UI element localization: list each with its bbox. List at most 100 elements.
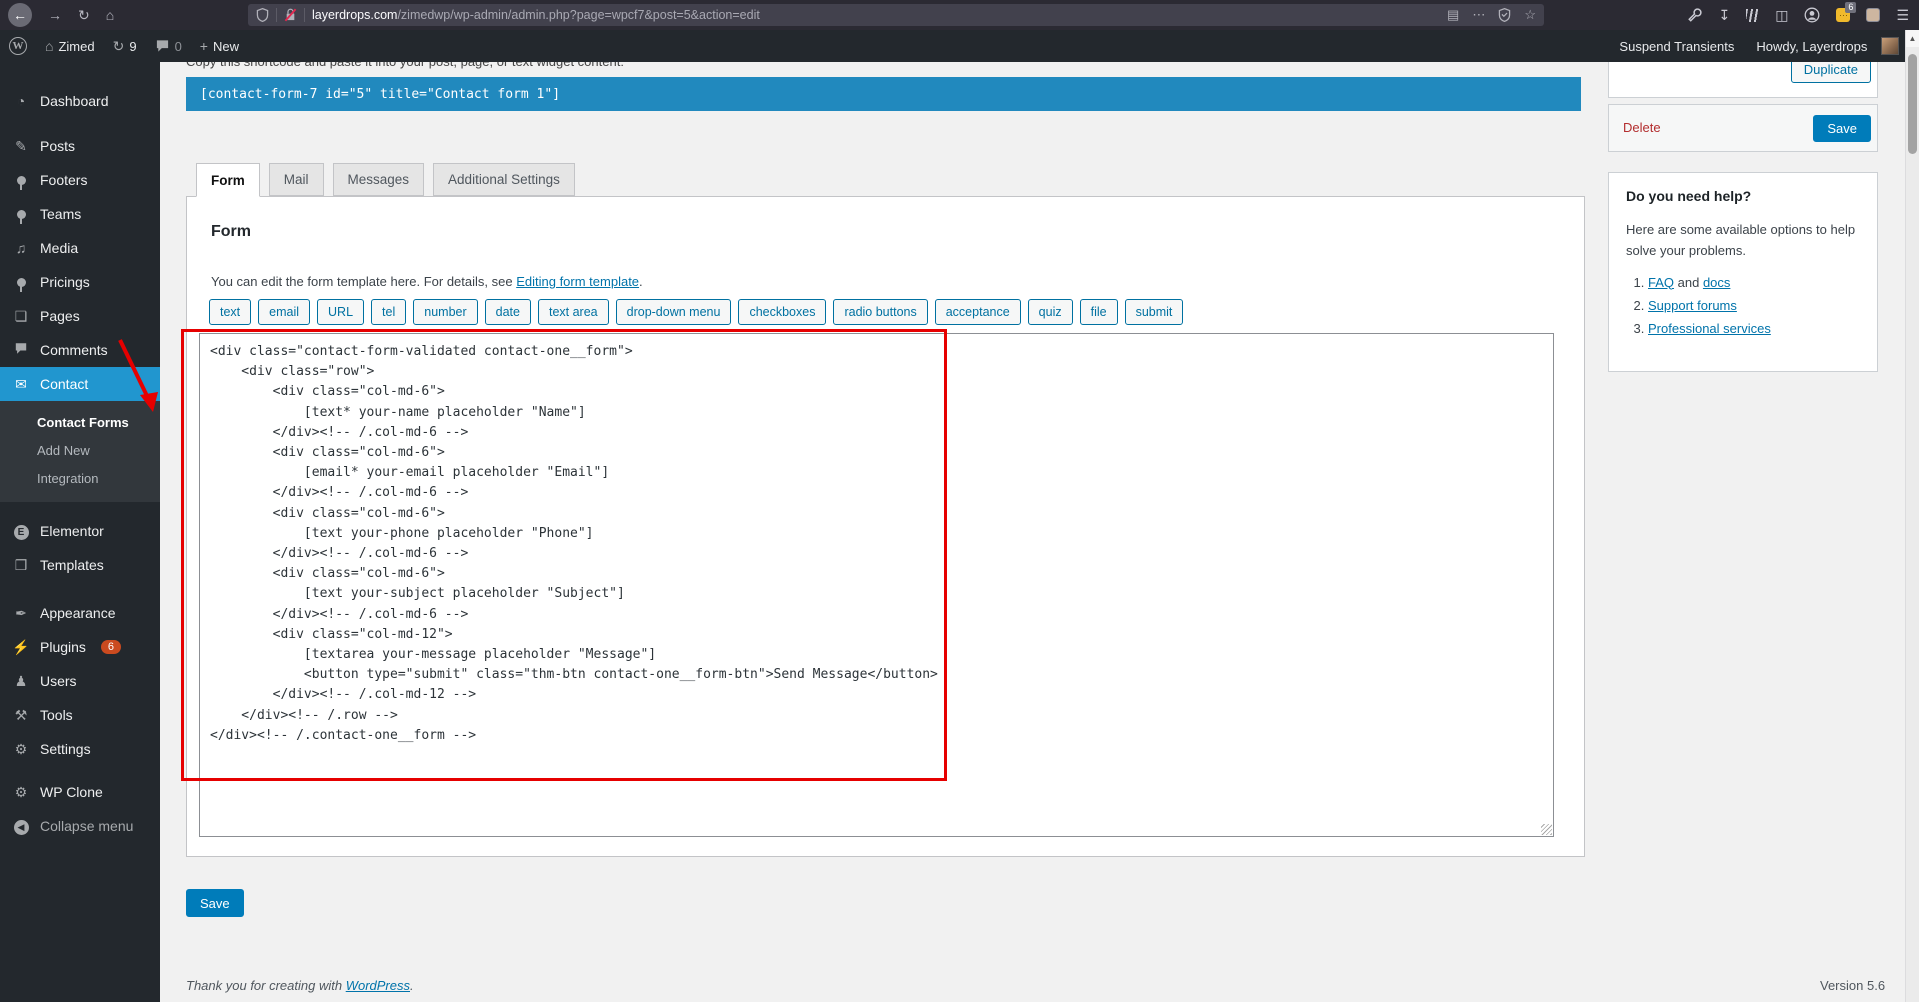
avatar bbox=[1881, 37, 1899, 55]
sidebar-item-appearance[interactable]: ✒ Appearance bbox=[0, 596, 160, 630]
sidebar-item-posts[interactable]: ✎ Posts bbox=[0, 129, 160, 163]
updates-menu[interactable]: ↻ 9 bbox=[104, 30, 146, 62]
docs-link[interactable]: docs bbox=[1703, 275, 1730, 290]
tab-mail[interactable]: Mail bbox=[268, 163, 324, 196]
sidebar-item-plugins[interactable]: ⚡ Plugins 6 bbox=[0, 630, 160, 664]
protection-shield-icon[interactable] bbox=[1498, 8, 1511, 22]
tab-messages[interactable]: Messages bbox=[332, 163, 425, 196]
page-actions-icon[interactable]: ⋯ bbox=[1472, 7, 1485, 23]
tag-button-quiz[interactable]: quiz bbox=[1027, 299, 1073, 325]
form-panel: Form You can edit the form template here… bbox=[186, 196, 1585, 857]
sidebar-item-label: Collapse menu bbox=[40, 818, 134, 834]
tag-button-text-area[interactable]: text area bbox=[537, 299, 609, 325]
sidebar-item-pricings[interactable]: Pricings bbox=[0, 265, 160, 299]
comments-menu[interactable]: 0 bbox=[146, 30, 191, 62]
extension-badge: 6 bbox=[1845, 2, 1857, 13]
url-path: /zimedwp/wp-admin/admin.php?page=wpcf7&p… bbox=[397, 8, 760, 22]
sidebar-item-label: Footers bbox=[40, 172, 88, 188]
sidebar-item-contact-forms[interactable]: Contact Forms bbox=[0, 408, 160, 436]
submenu-label: Add New bbox=[37, 442, 90, 458]
elementor-icon: E bbox=[11, 522, 31, 540]
suspend-transients-menu[interactable]: Suspend Transients bbox=[1619, 39, 1734, 54]
sidebar-item-label: Tools bbox=[40, 707, 73, 723]
back-icon[interactable]: ← bbox=[8, 3, 32, 27]
tag-button-radio-buttons[interactable]: radio buttons bbox=[833, 299, 928, 325]
comment-count: 0 bbox=[174, 38, 182, 54]
new-content-menu[interactable]: + New bbox=[191, 30, 248, 62]
tag-button-text[interactable]: text bbox=[209, 299, 252, 325]
lock-slash-icon[interactable] bbox=[284, 8, 297, 22]
extension-icon[interactable]: ⋯ 6 bbox=[1836, 2, 1857, 22]
sidebar-item-elementor[interactable]: E Elementor bbox=[0, 514, 160, 548]
address-bar[interactable]: layerdrops.com/zimedwp/wp-admin/admin.ph… bbox=[248, 4, 1544, 26]
sidebar-item-wp-clone[interactable]: ⚙ WP Clone bbox=[0, 775, 160, 809]
tab-form[interactable]: Form bbox=[196, 163, 260, 197]
sidebar-item-media[interactable]: ♫ Media bbox=[0, 231, 160, 265]
envelope-icon: ✉ bbox=[15, 375, 27, 392]
sidebar-item-teams[interactable]: Teams bbox=[0, 197, 160, 231]
home-icon[interactable]: ⌂ bbox=[106, 7, 114, 23]
tag-button-checkboxes[interactable]: checkboxes bbox=[738, 299, 827, 325]
page-scrollbar[interactable]: ▲ bbox=[1905, 30, 1919, 1002]
wp-logo-menu[interactable]: W bbox=[0, 30, 36, 62]
professional-services-link[interactable]: Professional services bbox=[1648, 321, 1771, 336]
account-icon[interactable] bbox=[1804, 7, 1820, 23]
tag-button-submit[interactable]: submit bbox=[1124, 299, 1184, 325]
home-icon: ⌂ bbox=[45, 38, 54, 54]
sidebar-item-label: Appearance bbox=[40, 605, 116, 621]
wordpress-link[interactable]: WordPress bbox=[346, 978, 410, 993]
site-name-menu[interactable]: ⌂ Zimed bbox=[36, 30, 104, 62]
editing-form-template-link[interactable]: Editing form template bbox=[516, 274, 639, 289]
download-icon[interactable]: ↧ bbox=[1718, 7, 1730, 24]
sidebar-item-settings[interactable]: ⚙ Settings bbox=[0, 732, 160, 766]
sidebar-item-contact[interactable]: ✉ Contact bbox=[0, 367, 160, 401]
scrollbar-thumb[interactable] bbox=[1908, 54, 1917, 154]
extension-avatar-icon[interactable] bbox=[1866, 8, 1881, 22]
scrollbar-up-arrow[interactable]: ▲ bbox=[1906, 30, 1919, 47]
tag-button-acceptance[interactable]: acceptance bbox=[934, 299, 1021, 325]
tag-button-date[interactable]: date bbox=[484, 299, 531, 325]
sidebar-save-button[interactable]: Save bbox=[1813, 115, 1871, 142]
tab-label: Form bbox=[211, 172, 245, 188]
sidebar-toggle-icon[interactable]: ◫ bbox=[1775, 7, 1788, 24]
my-account-menu[interactable]: Howdy, Layerdrops bbox=[1756, 30, 1899, 62]
shortcode-field[interactable]: [contact-form-7 id="5" title="Contact fo… bbox=[186, 77, 1581, 111]
sidebar-item-collapse-menu[interactable]: ◀ Collapse menu bbox=[0, 809, 160, 843]
sidebar-item-tools[interactable]: ⚒ Tools bbox=[0, 698, 160, 732]
form-template-textarea[interactable]: <div class="contact-form-validated conta… bbox=[199, 333, 1554, 837]
sidebar-item-dashboard[interactable]: ◔ Dashboard bbox=[0, 84, 160, 118]
url-text[interactable]: layerdrops.com/zimedwp/wp-admin/admin.ph… bbox=[312, 8, 1439, 22]
faq-link[interactable]: FAQ bbox=[1648, 275, 1674, 290]
tag-button-tel[interactable]: tel bbox=[371, 299, 407, 325]
panel-description: You can edit the form template here. For… bbox=[211, 274, 643, 289]
sidebar-item-pages[interactable]: ❏ Pages bbox=[0, 299, 160, 333]
menu-icon[interactable]: ☰ bbox=[1896, 7, 1909, 24]
sidebar-item-templates[interactable]: ❒ Templates bbox=[0, 548, 160, 582]
support-forums-link[interactable]: Support forums bbox=[1648, 298, 1737, 313]
shield-icon[interactable] bbox=[256, 8, 269, 22]
reload-icon[interactable]: ↻ bbox=[78, 7, 90, 24]
sidebar-item-integration[interactable]: Integration bbox=[0, 464, 160, 492]
sidebar-item-comments[interactable]: Comments bbox=[0, 333, 160, 367]
sidebar-item-label: Media bbox=[40, 240, 79, 256]
library-icon[interactable] bbox=[1746, 8, 1760, 22]
comments-bubble-icon bbox=[11, 342, 31, 358]
bookmark-star-icon[interactable]: ☆ bbox=[1524, 7, 1536, 23]
tab-additional-settings[interactable]: Additional Settings bbox=[433, 163, 575, 196]
delete-link[interactable]: Delete bbox=[1623, 120, 1661, 135]
tag-button-number[interactable]: number bbox=[413, 299, 478, 325]
tag-button-email[interactable]: email bbox=[258, 299, 311, 325]
wrench-icon[interactable] bbox=[1687, 7, 1703, 23]
tag-button-drop-down-menu[interactable]: drop-down menu bbox=[615, 299, 732, 325]
sidebar-item-users[interactable]: ♟ Users bbox=[0, 664, 160, 698]
forward-icon[interactable]: → bbox=[48, 7, 62, 23]
save-button[interactable]: Save bbox=[186, 889, 244, 917]
user-icon: ♟ bbox=[14, 672, 28, 689]
url-domain: layerdrops.com bbox=[312, 8, 398, 22]
sidebar-item-footers[interactable]: Footers bbox=[0, 163, 160, 197]
reader-mode-icon[interactable]: ▤ bbox=[1447, 7, 1459, 23]
sidebar-item-add-new[interactable]: Add New bbox=[0, 436, 160, 464]
tag-button-url[interactable]: URL bbox=[317, 299, 365, 325]
tag-button-file[interactable]: file bbox=[1079, 299, 1118, 325]
gear-icon: ⚙ bbox=[14, 783, 28, 800]
